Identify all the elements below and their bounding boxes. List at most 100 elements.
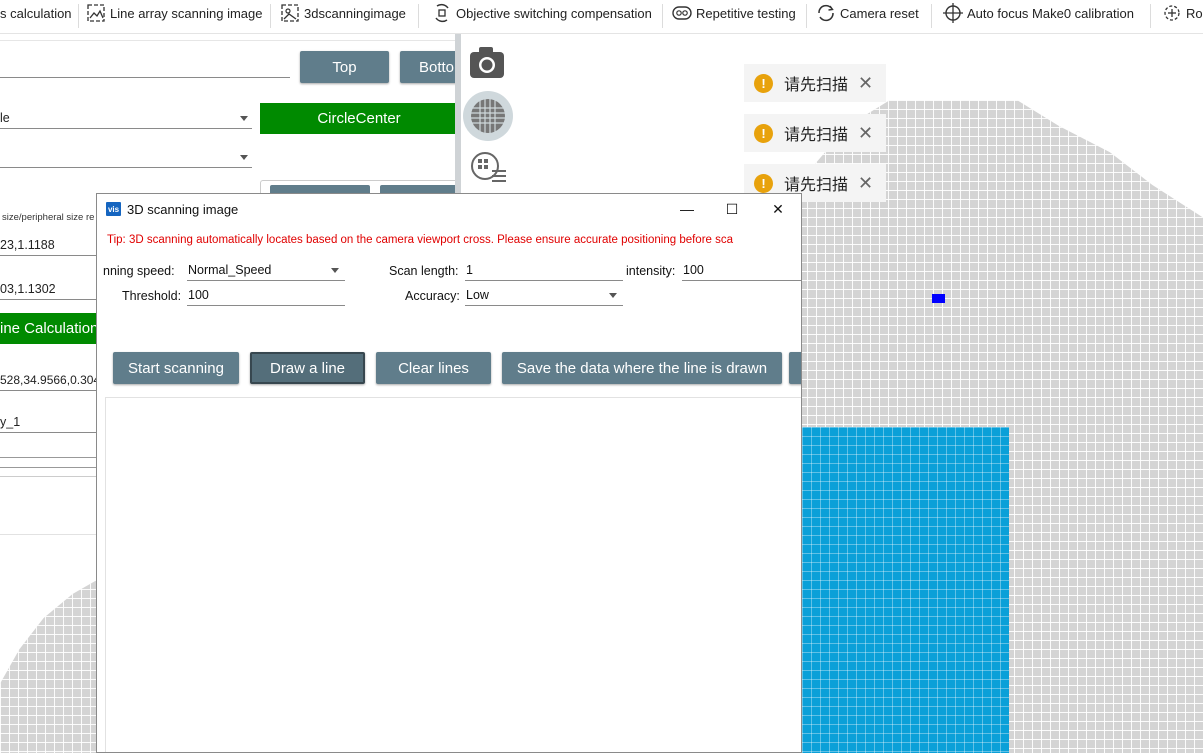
- toolbar-3d-scanning-image[interactable]: 3dscanningimage: [279, 0, 406, 26]
- close-icon[interactable]: ✕: [858, 173, 873, 194]
- toolbar-divider: [662, 4, 663, 28]
- toolbar-camera-reset[interactable]: Camera reset: [815, 0, 919, 26]
- camera-button[interactable]: [467, 44, 507, 82]
- wafer-map-left[interactable]: [0, 580, 97, 753]
- intensity-value: 100: [683, 263, 704, 277]
- warning-toast: ! 请先扫描 ✕: [744, 114, 886, 152]
- scanning-speed-select[interactable]: Normal_Speed: [187, 261, 345, 281]
- size-value-1: 23,1.1188: [0, 238, 55, 252]
- toolbar-divider: [418, 4, 419, 28]
- threshold-value: 100: [188, 288, 209, 302]
- toolbar-3d-scanning-label: 3dscanningimage: [304, 5, 406, 21]
- toolbar-camera-reset-label: Camera reset: [840, 5, 919, 21]
- toolbar-line-array-scanning-image[interactable]: Line array scanning image: [85, 0, 262, 26]
- intensity-label: intensity:: [626, 264, 676, 278]
- toolbar-rotate-label: Ro: [1186, 5, 1203, 21]
- accuracy-select[interactable]: Low: [465, 286, 623, 306]
- toolbar-divider: [931, 4, 932, 28]
- toolbar-calculation[interactable]: s calculation: [0, 0, 72, 26]
- repeat-icon: [672, 6, 692, 20]
- size-value-field-1[interactable]: 23,1.1188: [0, 236, 98, 256]
- coords-field[interactable]: 528,34.9566,0.304: [0, 371, 98, 391]
- toolbar-auto-focus-calibration[interactable]: Auto focus Make0 calibration: [942, 0, 1134, 26]
- draw-line-button[interactable]: Draw a line: [250, 352, 365, 384]
- app-window: s calculation Line array scanning image …: [0, 0, 1203, 753]
- dialog-body: Tip: 3D scanning automatically locates b…: [97, 224, 801, 752]
- size-value-field-2[interactable]: 03,1.1302: [0, 280, 98, 300]
- warning-toast-text: 请先扫描: [784, 177, 849, 194]
- scan-tip: Tip: 3D scanning automatically locates b…: [107, 234, 734, 246]
- wafer-list-button[interactable]: [468, 149, 508, 185]
- wafer-view-button[interactable]: [463, 91, 513, 141]
- option-select[interactable]: [0, 148, 252, 168]
- line-calculation-button[interactable]: ine Calculation: [0, 313, 97, 344]
- bottom-button[interactable]: Botto: [400, 51, 460, 83]
- toolbar-objective-switching-label: Objective switching compensation: [456, 5, 652, 21]
- panel-top-divider: [0, 40, 455, 41]
- top-toolbar: s calculation Line array scanning image …: [0, 0, 1203, 34]
- toolbar-divider: [78, 4, 79, 28]
- clear-lines-button[interactable]: Clear lines: [376, 352, 491, 384]
- scanning-speed-label: nning speed:: [103, 264, 175, 278]
- start-scanning-button[interactable]: Start scanning: [113, 352, 239, 384]
- toolbar-calculation-label: s calculation: [0, 5, 72, 21]
- 3d-scan-image-icon: [281, 4, 299, 22]
- name-field[interactable]: y_1: [0, 413, 98, 433]
- intensity-input[interactable]: 100: [682, 261, 801, 281]
- 3d-scanning-dialog: vis 3D scanning image — ☐ ✕ Tip: 3D scan…: [96, 193, 802, 753]
- toolbar-divider: [1150, 4, 1151, 28]
- circle-center-button[interactable]: CircleCenter: [260, 103, 458, 134]
- scan-length-input[interactable]: 1: [465, 261, 623, 281]
- line-scan-image-icon: [87, 4, 105, 22]
- minimize-button[interactable]: —: [677, 200, 697, 218]
- mode-select[interactable]: le: [0, 109, 252, 129]
- selected-die-region[interactable]: [802, 427, 1009, 753]
- save-line-data-button[interactable]: Save the data where the line is drawn: [502, 352, 782, 384]
- panel-divider: [0, 467, 97, 468]
- accuracy-value: Low: [466, 288, 489, 302]
- toolbar-divider: [270, 4, 271, 28]
- close-icon[interactable]: ✕: [858, 123, 873, 144]
- top-button[interactable]: Top: [300, 51, 389, 83]
- toolbar-repetitive-testing-label: Repetitive testing: [696, 5, 796, 21]
- coords-value: 528,34.9566,0.304: [0, 373, 98, 387]
- warning-toast: ! 请先扫描 ✕: [744, 64, 886, 102]
- toolbar-rotate[interactable]: Ro: [1161, 0, 1203, 26]
- dialog-title: 3D scanning image: [127, 202, 239, 217]
- mode-select-value: le: [0, 111, 10, 125]
- warning-icon: !: [754, 73, 773, 93]
- warning-toast-text: 请先扫描: [784, 77, 849, 94]
- panel-divider: [0, 476, 97, 477]
- app-logo-icon: vis: [106, 202, 121, 216]
- wafer-grid-icon: [471, 99, 505, 133]
- threshold-input[interactable]: 100: [187, 286, 345, 306]
- scan-image-canvas[interactable]: [105, 397, 801, 752]
- close-icon[interactable]: ✕: [858, 73, 873, 94]
- toolbar-objective-switching-compensation[interactable]: Objective switching compensation: [431, 0, 652, 26]
- threshold-label: Threshold:: [122, 289, 182, 303]
- panel-divider: [0, 534, 97, 535]
- warning-icon: !: [754, 123, 773, 143]
- rotate-icon: [1164, 5, 1180, 21]
- toolbar-repetitive-testing[interactable]: Repetitive testing: [671, 0, 796, 26]
- toolbar-line-array-label: Line array scanning image: [110, 5, 263, 21]
- close-button[interactable]: ✕: [768, 200, 788, 218]
- name-input[interactable]: [0, 58, 290, 78]
- warning-icon: !: [754, 173, 773, 193]
- size-label: size/peripheral size re: [2, 212, 95, 223]
- accuracy-label: Accuracy:: [405, 289, 460, 303]
- size-value-2: 03,1.1302: [0, 282, 56, 296]
- more-button[interactable]: [789, 352, 801, 384]
- current-die-marker[interactable]: [932, 294, 945, 303]
- name-value: y_1: [0, 415, 21, 429]
- wafer-list-icon: [471, 152, 506, 182]
- crosshair-icon: [943, 3, 963, 23]
- scan-length-label: Scan length:: [389, 264, 459, 278]
- side-strip-scrollbar[interactable]: [455, 34, 461, 194]
- dialog-title-bar[interactable]: vis 3D scanning image — ☐ ✕: [97, 194, 801, 224]
- toolbar-auto-focus-label: Auto focus Make0 calibration: [967, 5, 1134, 21]
- panel-divider: [0, 457, 97, 458]
- scan-length-value: 1: [466, 263, 473, 277]
- warning-toast-text: 请先扫描: [784, 127, 849, 144]
- maximize-button[interactable]: ☐: [722, 200, 742, 218]
